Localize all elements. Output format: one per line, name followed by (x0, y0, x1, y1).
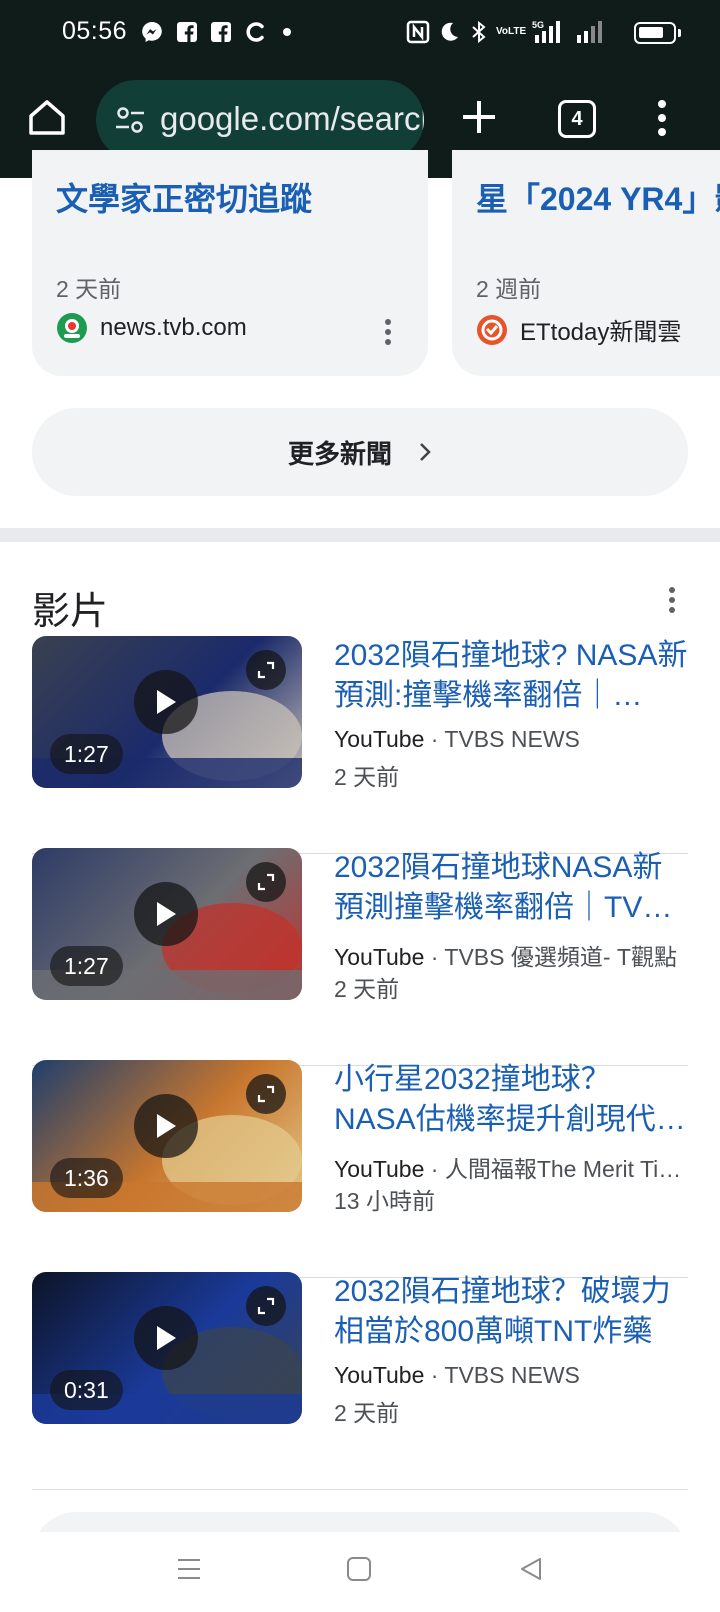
play-icon[interactable] (134, 670, 198, 734)
home-icon[interactable] (346, 1556, 372, 1587)
news-time: 2 天前 (56, 276, 122, 302)
video-result[interactable]: 1:27 2032隕石撞地球NASA新預測撞擊機率翻倍｜TVBS新聞 YouTube… (32, 848, 688, 1066)
row-divider (32, 1489, 688, 1490)
system-nav-bar (0, 1532, 720, 1612)
dot-icon (282, 19, 292, 45)
video-meta: YouTube · TVBS NEWS (334, 1362, 688, 1389)
video-channel: TVBS NEWS (444, 1362, 580, 1388)
more-options-icon[interactable] (384, 318, 392, 351)
more-menu-icon[interactable] (656, 98, 668, 143)
signal-5g-icon: 5G (532, 19, 572, 45)
play-icon[interactable] (134, 1094, 198, 1158)
more-options-icon[interactable] (668, 586, 676, 619)
video-result[interactable]: 1:36 小行星2032撞地球？NASA估機率提升創現代紀錄 YouTube · 人… (32, 1060, 688, 1278)
news-source-name: news.tvb.com (100, 314, 247, 341)
video-source: YouTube (334, 944, 425, 970)
video-duration: 0:31 (50, 1370, 123, 1410)
meta-separator: · (424, 1156, 445, 1182)
video-channel: TVBS 優選頻道- T觀點 (444, 944, 677, 970)
ettoday-logo-icon (476, 314, 508, 346)
video-title[interactable]: 2032隕石撞地球？破壞力相當於800萬噸TNT炸藥 (334, 1272, 688, 1352)
recents-icon[interactable] (176, 1556, 202, 1587)
video-thumbnail[interactable]: 0:31 (32, 1272, 302, 1424)
site-settings-icon[interactable] (114, 104, 146, 141)
signal-icon (576, 19, 606, 45)
chevron-right-icon (420, 443, 431, 461)
video-title[interactable]: 2032隕石撞地球NASA新預測撞擊機率翻倍｜TVBS新聞 (334, 848, 688, 928)
play-icon[interactable] (134, 1306, 198, 1370)
svg-text:5G: 5G (532, 20, 544, 30)
video-title[interactable]: 2032隕石撞地球? NASA新預測:撞擊機率翻倍｜TVBS新聞 (334, 636, 688, 716)
news-source: ETtoday新聞雲 (476, 312, 681, 347)
video-time: 2 天前 (334, 1400, 400, 1426)
expand-icon[interactable] (246, 650, 286, 690)
c-app-icon (244, 19, 266, 45)
section-divider (0, 528, 720, 542)
url-text[interactable]: google.com/search (160, 100, 424, 138)
more-news-button[interactable]: 更多新聞 (32, 408, 688, 496)
video-source: YouTube (334, 1362, 425, 1388)
news-title[interactable]: 星「2024 YR4」影 (476, 174, 720, 220)
address-bar[interactable]: google.com/search (96, 80, 424, 160)
video-thumbnail[interactable]: 1:36 (32, 1060, 302, 1212)
news-card[interactable]: 星「2024 YR4」影 2 週前 ETtoday新聞雲 (452, 150, 720, 376)
battery-level (639, 27, 663, 38)
new-tab-icon[interactable] (458, 96, 500, 143)
video-source: YouTube (334, 1156, 425, 1182)
video-duration: 1:27 (50, 946, 123, 986)
news-source: news.tvb.com (56, 312, 247, 344)
video-duration: 1:36 (50, 1158, 123, 1198)
tvb-logo-icon (56, 312, 88, 344)
video-result[interactable]: 0:31 2032隕石撞地球？破壞力相當於800萬噸TNT炸藥 YouTube · … (32, 1272, 688, 1490)
facebook-icon (176, 19, 198, 45)
nfc-icon (406, 19, 430, 45)
meta-separator: · (424, 1362, 445, 1388)
messenger-icon (140, 19, 164, 45)
video-source: YouTube (334, 726, 425, 752)
meta-separator: · (424, 726, 445, 752)
video-meta: YouTube · 人間福報The Merit Times (334, 1150, 688, 1184)
battery-icon (634, 22, 681, 44)
news-title[interactable]: 文學家正密切追蹤 (56, 174, 312, 220)
news-time: 2 週前 (476, 276, 542, 302)
video-meta: YouTube · TVBS 優選頻道- T觀點 (334, 938, 688, 972)
tab-switcher-button[interactable]: 4 (558, 100, 596, 138)
videos-heading: 影片 (32, 591, 109, 633)
tab-count: 4 (571, 107, 583, 130)
expand-icon[interactable] (246, 1074, 286, 1114)
volte-icon: VoLTE (496, 26, 527, 37)
status-time: 05:56 (62, 17, 128, 45)
video-time: 13 小時前 (334, 1188, 435, 1214)
expand-icon[interactable] (246, 862, 286, 902)
video-thumbnail[interactable]: 1:27 (32, 636, 302, 788)
bluetooth-icon (470, 19, 488, 45)
video-duration: 1:27 (50, 734, 123, 774)
meta-separator: · (424, 944, 445, 970)
video-result[interactable]: 1:27 2032隕石撞地球? NASA新預測:撞擊機率翻倍｜TVBS新聞 YouT… (32, 636, 688, 854)
video-time: 2 天前 (334, 764, 400, 790)
more-news-label: 更多新聞 (287, 438, 392, 469)
facebook-icon (210, 19, 232, 45)
moon-icon (438, 19, 460, 45)
home-icon[interactable] (26, 96, 68, 143)
status-bar: 05:56 VoLTE 5G (0, 0, 720, 64)
video-time: 2 天前 (334, 976, 400, 1002)
play-icon[interactable] (134, 882, 198, 946)
video-thumbnail[interactable]: 1:27 (32, 848, 302, 1000)
video-title[interactable]: 小行星2032撞地球？NASA估機率提升創現代紀錄 (334, 1060, 688, 1140)
video-meta: YouTube · TVBS NEWS (334, 726, 688, 753)
video-channel: TVBS NEWS (444, 726, 580, 752)
news-card[interactable]: 文學家正密切追蹤 2 天前 news.tvb.com (32, 150, 428, 376)
expand-icon[interactable] (246, 1286, 286, 1326)
news-source-name: ETtoday新聞雲 (520, 319, 682, 346)
back-icon[interactable] (518, 1556, 544, 1587)
video-channel: 人間福報The Merit Times (444, 1156, 688, 1182)
